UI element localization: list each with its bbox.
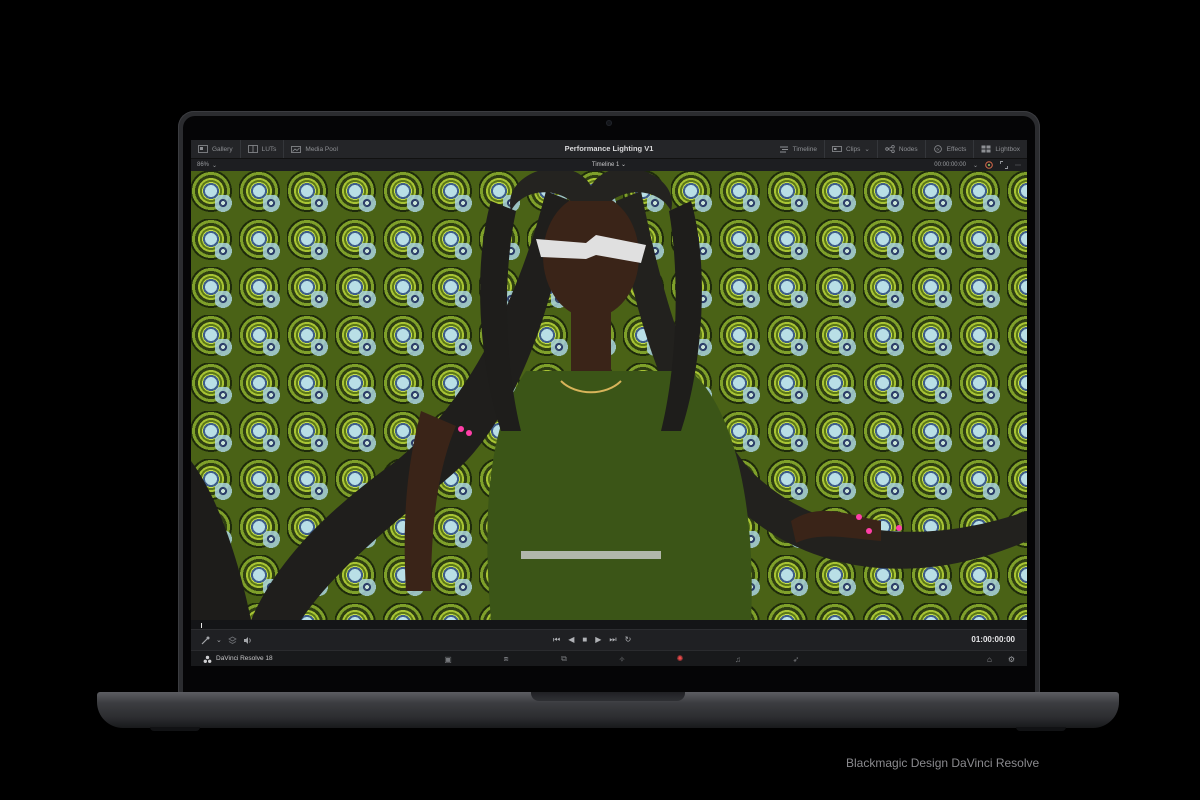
chevron-down-icon: ⌄ — [864, 146, 870, 153]
effects-icon: fx — [933, 145, 942, 153]
edit-page-icon: ⧉ — [561, 654, 567, 663]
skip-to-start-icon[interactable]: ⏮ — [553, 636, 560, 644]
gallery-label: Gallery — [212, 145, 233, 153]
chevron-down-icon: ⌄ — [621, 162, 627, 168]
deliver-page-icon: ➶ — [792, 654, 800, 664]
viewer-controls: 00:00:00:00 ⌄ ⋯ — [934, 159, 1021, 171]
edit-page-tab[interactable]: ⧉ — [535, 651, 593, 666]
viewer-timecode[interactable]: 00:00:00:00 — [934, 162, 966, 168]
top-toolbar: Gallery LUTs Media Pool Performance Ligh… — [191, 140, 1027, 159]
media-pool-icon — [291, 146, 302, 153]
media-pool-button[interactable]: Media Pool — [284, 140, 345, 158]
image-caption: Blackmagic Design DaVinci Resolve — [846, 756, 1040, 770]
transport-timecode: 01:00:00:00 — [971, 635, 1015, 644]
svg-text:fx: fx — [936, 147, 939, 152]
color-page-icon: ✺ — [676, 654, 684, 663]
chevron-down-icon[interactable]: ⌄ — [973, 162, 978, 169]
gear-icon[interactable]: ⚙ — [1008, 655, 1015, 664]
playhead[interactable] — [201, 623, 202, 628]
media-page-icon: ▣ — [444, 654, 452, 664]
nodes-button[interactable]: Nodes — [878, 140, 926, 158]
color-page-tab[interactable]: ✺ — [651, 651, 709, 666]
timeline-selector[interactable]: Timeline 1 ⌄ — [191, 159, 1027, 171]
fusion-page-icon: ✧ — [618, 654, 626, 664]
deliver-page-tab[interactable]: ➶ — [767, 651, 825, 666]
timeline-label: Timeline — [792, 145, 817, 153]
lightbox-icon — [981, 145, 991, 153]
camera-notch — [606, 120, 612, 126]
color-wheel-icon[interactable] — [985, 161, 993, 169]
playback-controls: ⏮ ◀ ■ ▶ ⏭ ↻ — [553, 630, 631, 650]
timeline-scrubber[interactable] — [191, 620, 1027, 629]
fairlight-page-tab[interactable]: ♫ — [709, 651, 767, 666]
timeline-icon — [779, 146, 788, 153]
page-tabs: ▣ ⧈ ⧉ ✧ ✺ ♫ ➶ — [419, 651, 825, 666]
lightbox-label: Lightbox — [995, 145, 1020, 153]
nodes-label: Nodes — [898, 145, 918, 153]
viewer-tools: ⌄ — [201, 630, 252, 650]
more-options-icon[interactable]: ⋯ — [1015, 162, 1021, 169]
gallery-button[interactable]: Gallery — [191, 140, 241, 158]
layers-icon[interactable] — [228, 636, 237, 645]
chevron-down-icon[interactable]: ⌄ — [216, 636, 222, 644]
luts-icon — [247, 145, 258, 153]
app-name: DaVinci Resolve 18 — [216, 655, 273, 662]
media-page-tab[interactable]: ▣ — [419, 651, 477, 666]
cut-page-tab[interactable]: ⧈ — [477, 651, 535, 666]
laptop-foot-right — [1016, 727, 1066, 731]
viewer-header: 86% ⌄ Timeline 1 ⌄ 00:00:00:00 ⌄ ⋯ — [191, 159, 1027, 171]
laptop-base — [97, 692, 1119, 728]
skip-to-end-icon[interactable]: ⏭ — [609, 636, 616, 644]
loop-icon[interactable]: ↻ — [625, 636, 632, 644]
transport-bar: ⌄ ⏮ ◀ ■ ▶ ⏭ ↻ 01:00:00:00 — [191, 629, 1027, 650]
viewer-image — [191, 171, 1027, 620]
trackpad-notch — [531, 692, 685, 701]
volume-icon[interactable] — [243, 636, 252, 645]
clips-label: Clips — [845, 145, 861, 153]
eyedropper-icon[interactable] — [201, 636, 210, 645]
laptop-foot-left — [150, 727, 200, 731]
timeline-name: Timeline 1 — [591, 162, 620, 168]
luts-label: LUTs — [261, 145, 277, 153]
media-pool-label: Media Pool — [305, 145, 338, 153]
left-panel-toggles: Gallery LUTs Media Pool — [191, 140, 345, 158]
davinci-resolve-window: Gallery LUTs Media Pool Performance Ligh… — [191, 140, 1027, 666]
portrait-subject — [191, 171, 1027, 620]
nodes-icon — [885, 145, 895, 153]
cut-page-icon: ⧈ — [503, 654, 509, 663]
clips-icon — [832, 146, 842, 152]
clips-button[interactable]: Clips ⌄ — [825, 140, 878, 158]
fusion-page-tab[interactable]: ✧ — [593, 651, 651, 666]
page-navigation-bar: DaVinci Resolve 18 ▣ ⧈ ⧉ ✧ ✺ ♫ ➶ ⌂ ⚙ — [191, 650, 1027, 666]
play-reverse-icon[interactable]: ◀ — [568, 636, 574, 644]
fullscreen-icon[interactable] — [1000, 161, 1008, 169]
luts-button[interactable]: LUTs — [241, 140, 285, 158]
right-panel-toggles: Timeline Clips ⌄ Nodes fx Effects Lightb… — [772, 140, 1027, 158]
timeline-button[interactable]: Timeline — [772, 140, 825, 158]
page-bar-right: ⌂ ⚙ — [987, 651, 1015, 666]
fairlight-page-icon: ♫ — [735, 654, 741, 664]
app-branding: DaVinci Resolve 18 — [203, 651, 273, 666]
stop-icon[interactable]: ■ — [582, 636, 587, 644]
effects-label: Effects — [946, 145, 967, 153]
home-icon[interactable]: ⌂ — [987, 655, 992, 664]
lightbox-button[interactable]: Lightbox — [974, 140, 1027, 158]
davinci-logo-icon — [203, 655, 212, 663]
gallery-icon — [198, 145, 208, 153]
play-icon[interactable]: ▶ — [595, 636, 601, 644]
effects-button[interactable]: fx Effects — [926, 140, 975, 158]
